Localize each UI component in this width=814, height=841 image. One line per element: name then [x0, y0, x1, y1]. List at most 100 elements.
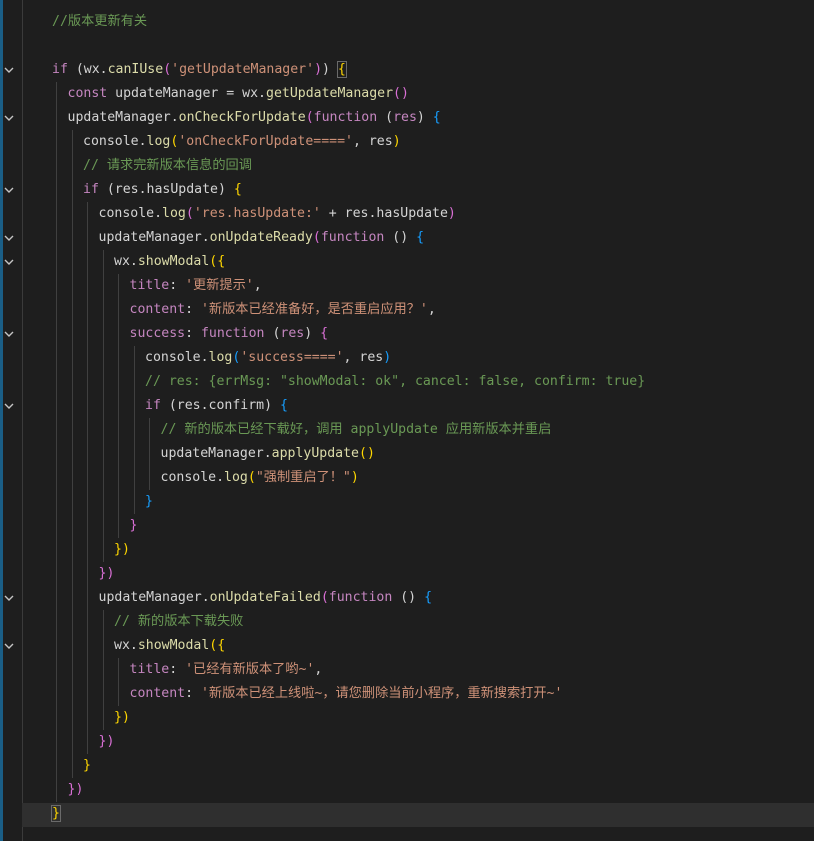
- code-token: if: [145, 398, 161, 413]
- code-line[interactable]: }): [114, 538, 130, 562]
- code-line[interactable]: }): [99, 730, 115, 754]
- code-token: ): [416, 110, 433, 125]
- code-line[interactable]: // 新的版本已经下载好，调用 applyUpdate 应用新版本并重启: [161, 418, 552, 442]
- code-line[interactable]: if (res.confirm) {: [145, 394, 288, 418]
- code-token: (res.confirm): [160, 398, 280, 413]
- code-token: }): [98, 566, 115, 581]
- code-line[interactable]: }: [83, 754, 91, 778]
- code-token: :: [185, 302, 201, 317]
- code-token: canIUse: [107, 62, 164, 77]
- code-line[interactable]: console.log('success====', res): [145, 346, 391, 370]
- code-token: {: [336, 61, 347, 78]
- fold-chevron-icon[interactable]: [2, 63, 16, 77]
- code-token: // 请求完新版本信息的回调: [83, 158, 252, 173]
- indent-guide: [56, 490, 57, 514]
- indent-guide: [102, 298, 104, 322]
- indent-guide: [56, 754, 57, 778]
- indent-guide: [87, 562, 88, 586]
- indent-guide: [56, 202, 57, 226]
- code-token: ): [383, 350, 392, 365]
- indent-guide: [71, 322, 73, 346]
- code-line[interactable]: updateManager.onUpdateReady(function () …: [99, 226, 425, 250]
- fold-chevron-icon[interactable]: [2, 399, 16, 413]
- fold-chevron-icon[interactable]: [2, 231, 16, 245]
- code-line[interactable]: console.log("强制重启了！"): [161, 466, 359, 490]
- code-line[interactable]: updateManager.applyUpdate(): [161, 442, 375, 466]
- indent-guide: [149, 466, 150, 490]
- code-editor[interactable]: //版本更新有关 if (wx.canIUse('getUpdateManager…: [0, 0, 814, 841]
- code-line[interactable]: }: [51, 802, 61, 826]
- code-line[interactable]: }): [114, 706, 130, 730]
- code-token: }: [145, 494, 153, 509]
- code-line[interactable]: // 请求完新版本信息的回调: [83, 154, 252, 178]
- indent-guide: [102, 706, 104, 730]
- code-token: ): [322, 62, 338, 77]
- indent-guide: [56, 466, 57, 490]
- code-token: (: [305, 110, 314, 125]
- indent-guide: [149, 442, 150, 466]
- code-line[interactable]: content: '新版本已经准备好，是否重启应用？',: [130, 298, 436, 322]
- fold-chevron-icon[interactable]: [2, 111, 16, 125]
- code-token: onUpdateReady: [209, 230, 313, 245]
- code-line[interactable]: console.log('onCheckForUpdate====', res): [83, 130, 401, 154]
- code-line[interactable]: // 新的版本下载失败: [114, 610, 243, 634]
- fold-chevron-icon[interactable]: [2, 183, 16, 197]
- code-line[interactable]: const updateManager = wx.getUpdateManage…: [68, 82, 409, 106]
- fold-chevron-icon[interactable]: [2, 639, 16, 653]
- indent-guide: [56, 418, 57, 442]
- code-line[interactable]: }): [99, 562, 115, 586]
- indent-guide: [71, 514, 73, 538]
- code-token: content: [129, 686, 186, 701]
- code-line[interactable]: }): [68, 778, 84, 802]
- code-line[interactable]: content: '新版本已经上线啦~，请您删除当前小程序，重新搜索打开~': [130, 682, 563, 706]
- code-line[interactable]: console.log('res.hasUpdate:' + res.hasUp…: [99, 202, 456, 226]
- indent-guide: [133, 394, 135, 418]
- code-line[interactable]: }: [145, 490, 153, 514]
- code-token: ,: [253, 278, 262, 293]
- code-token: }): [114, 542, 130, 557]
- code-line[interactable]: if (wx.canIUse('getUpdateManager')) {: [52, 58, 347, 82]
- indent-guide: [87, 514, 88, 538]
- code-line[interactable]: title: '更新提示',: [130, 274, 262, 298]
- code-token: ): [350, 470, 359, 485]
- indent-guide: [56, 250, 57, 274]
- code-line[interactable]: // res: {errMsg: "showModal: ok", cancel…: [145, 370, 645, 394]
- editor-left-edge: [0, 0, 3, 841]
- indent-guide: [87, 226, 88, 250]
- code-line[interactable]: updateManager.onUpdateFailed(function ()…: [99, 586, 433, 610]
- fold-chevron-icon[interactable]: [2, 255, 16, 269]
- code-token: //版本更新有关: [52, 14, 148, 29]
- code-line[interactable]: if (res.hasUpdate) {: [83, 178, 242, 202]
- code-line[interactable]: updateManager.onCheckForUpdate(function …: [68, 106, 441, 130]
- code-token: wx.: [114, 638, 138, 653]
- code-token: console.: [145, 350, 209, 365]
- code-token: wx.: [83, 62, 108, 77]
- code-line[interactable]: success: function (res) {: [130, 322, 329, 346]
- indent-guide: [71, 418, 73, 442]
- indent-guide: [56, 154, 57, 178]
- indent-guide: [102, 610, 104, 634]
- code-line[interactable]: wx.showModal({: [114, 250, 225, 274]
- code-token: , res: [352, 134, 393, 149]
- code-line[interactable]: //版本更新有关: [52, 10, 147, 34]
- indent-guide: [118, 490, 119, 514]
- indent-guide: [56, 730, 57, 754]
- code-token: (): [359, 446, 375, 461]
- indent-guide: [133, 370, 135, 394]
- indent-guide: [71, 682, 73, 706]
- indent-guide: [87, 346, 88, 370]
- code-token: '新版本已经准备好，是否重启应用？': [200, 302, 428, 317]
- code-token: {: [279, 398, 288, 413]
- fold-chevron-icon[interactable]: [2, 591, 16, 605]
- code-token: (): [384, 230, 417, 245]
- code-line[interactable]: }: [130, 514, 138, 538]
- code-line[interactable]: wx.showModal({: [114, 634, 225, 658]
- fold-chevron-icon[interactable]: [2, 327, 16, 341]
- indent-guide: [71, 706, 73, 730]
- code-line[interactable]: title: '已经有新版本了哟~',: [130, 658, 323, 682]
- indent-guide: [56, 178, 57, 202]
- code-token: {: [233, 182, 242, 197]
- code-token: "强制重启了！": [255, 470, 351, 485]
- code-token: content: [129, 302, 186, 317]
- code-token: ({: [209, 254, 226, 269]
